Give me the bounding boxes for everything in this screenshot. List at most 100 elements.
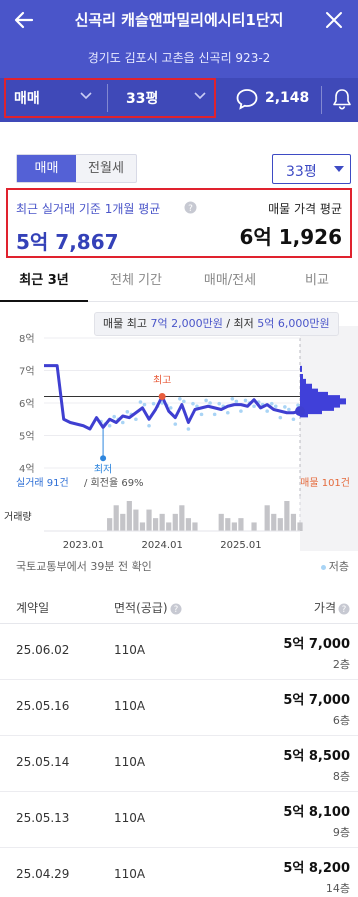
trade-point: [191, 401, 195, 406]
row-area: 110A: [114, 643, 146, 657]
tab-sale-jeonse[interactable]: 매매/전세: [184, 262, 276, 302]
volume-bar: [139, 522, 146, 531]
trade-point: [225, 410, 230, 415]
address: 경기도 김포시 고촌읍 신곡리 923-2: [87, 51, 271, 65]
volume-bar: [192, 522, 198, 531]
tab-compare[interactable]: 비교: [276, 262, 358, 302]
table-row[interactable]: 25.06.02 110A 5억 7,000 2층: [0, 624, 358, 680]
table-row[interactable]: 25.05.13 110A 5억 8,100 9층: [0, 792, 358, 848]
col-area: 면적(공급)?: [114, 599, 182, 616]
volume-bar: [166, 522, 172, 531]
volume-bar: [120, 513, 126, 531]
max-value: 7억 2,000만원: [150, 317, 223, 330]
trade-point: [287, 407, 291, 412]
bell-icon[interactable]: [332, 88, 352, 110]
trade-count: 실거래 91건: [16, 477, 69, 489]
help-icon[interactable]: ?: [170, 603, 182, 615]
back-arrow-icon[interactable]: [12, 8, 36, 32]
volume-bar: [172, 513, 178, 531]
col-date: 계약일: [16, 601, 50, 615]
segment-rent[interactable]: 전월세: [76, 155, 136, 182]
volume-bar: [231, 522, 237, 531]
trade-point: [291, 417, 296, 422]
confirm-time: 국토교통부에서 39분 전 확인: [16, 560, 152, 573]
price-summary: 최근 실거래 기준 1개월 평균 ? 5억 7,867 매물 가격 평균 6억 …: [6, 188, 352, 258]
volume-bar: [159, 513, 165, 531]
row-date: 25.04.29: [16, 867, 70, 881]
y-tick-label: 4억: [19, 463, 35, 475]
chevron-down-icon[interactable]: [194, 92, 206, 100]
selector-bar: 매매 33평 2,148: [0, 78, 358, 122]
period-tabs: 최근 3년 전체 기간 매매/전세 비교: [0, 262, 358, 302]
volume-bar: [251, 522, 257, 531]
divider: [107, 84, 108, 112]
divider: [321, 86, 322, 114]
volume-bar: [264, 505, 270, 531]
area-dropdown-label: 33평: [286, 164, 317, 180]
table-header: 계약일 면적(공급)? 가격?: [0, 590, 358, 624]
talk-count[interactable]: 2,148: [265, 90, 309, 106]
help-icon[interactable]: ?: [184, 201, 197, 214]
row-area: 110A: [114, 755, 146, 769]
row-date: 25.05.13: [16, 811, 70, 825]
price-chart[interactable]: 8억 7억 6억 5억 4억 2023.01 2024.01 2025.01 최고 최저 실…: [0, 306, 358, 551]
row-floor: 14층: [325, 882, 350, 895]
trade-point: [252, 404, 256, 409]
table-row[interactable]: 25.04.29 110A 5억 8,200 14층: [0, 848, 358, 897]
volume-bar: [126, 501, 132, 531]
price-chart-svg: 8억 7억 6억 5억 4억 2023.01 2024.01 2025.01 최고 최저 실…: [4, 326, 358, 551]
close-icon[interactable]: [322, 8, 346, 32]
area-select[interactable]: 33평: [126, 88, 158, 108]
trade-segment: 매매 전월세: [16, 154, 137, 183]
x-tick-label: 2025.01: [220, 540, 261, 551]
trade-type-select[interactable]: 매매: [14, 88, 40, 108]
volume-bar: [271, 513, 277, 531]
high-point: [158, 393, 166, 400]
trade-point: [147, 423, 151, 428]
chat-bubble-icon[interactable]: [235, 87, 259, 111]
chevron-down-icon[interactable]: [80, 92, 92, 100]
volume-label: 거래량: [4, 511, 32, 523]
trade-point: [199, 412, 204, 417]
row-floor: 2층: [332, 658, 350, 671]
volume-bar: [218, 513, 224, 531]
segment-sale[interactable]: 매매: [17, 155, 76, 182]
trade-point: [278, 415, 283, 420]
listing-max-min: 매물 최고 7억 2,000만원 / 최저 5억 6,000만원: [94, 312, 339, 336]
row-price: 5억 8,500: [283, 749, 350, 764]
x-tick-label: 2024.01: [141, 540, 182, 551]
trade-point: [138, 400, 143, 404]
trade-point: [230, 396, 235, 401]
min-label: / 최저: [226, 317, 254, 330]
svg-text:?: ?: [342, 605, 347, 615]
area-dropdown[interactable]: 33평: [272, 154, 351, 184]
x-tick-label: 2023.01: [63, 540, 104, 551]
table-row[interactable]: 25.05.16 110A 5억 7,000 6층: [0, 680, 358, 736]
trade-point: [234, 399, 239, 404]
page-title: 신곡리 캐슬앤파밀리에시티1단지: [74, 11, 284, 29]
help-icon[interactable]: ?: [338, 603, 350, 615]
current-price-dot: [295, 406, 305, 417]
volume-bar: [297, 522, 303, 531]
legend-low-floor: 저층: [320, 558, 349, 574]
col-price: 가격?: [314, 599, 350, 616]
svg-text:?: ?: [173, 605, 178, 615]
row-price: 5억 8,100: [283, 805, 350, 820]
row-floor: 9층: [332, 826, 350, 839]
listing-price-label: 매물 가격 평균: [268, 202, 342, 216]
listing-bar: [300, 374, 303, 380]
trade-point: [134, 417, 138, 422]
row-area: 110A: [114, 811, 146, 825]
tab-recent-3y[interactable]: 최근 3년: [0, 262, 88, 302]
min-value: 5억 6,000만원: [257, 317, 330, 330]
volume-bar: [290, 513, 297, 531]
price-line: [44, 364, 301, 431]
table-row[interactable]: 25.05.14 110A 5억 8,500 8층: [0, 736, 358, 792]
volume-bar: [152, 518, 159, 531]
volume-bar: [225, 518, 231, 531]
trade-point: [125, 409, 130, 414]
volume-bar: [179, 505, 185, 531]
listing-area-bg: [300, 326, 358, 551]
legend-low-label: 저층: [328, 560, 349, 573]
tab-all-period[interactable]: 전체 기간: [88, 262, 184, 302]
